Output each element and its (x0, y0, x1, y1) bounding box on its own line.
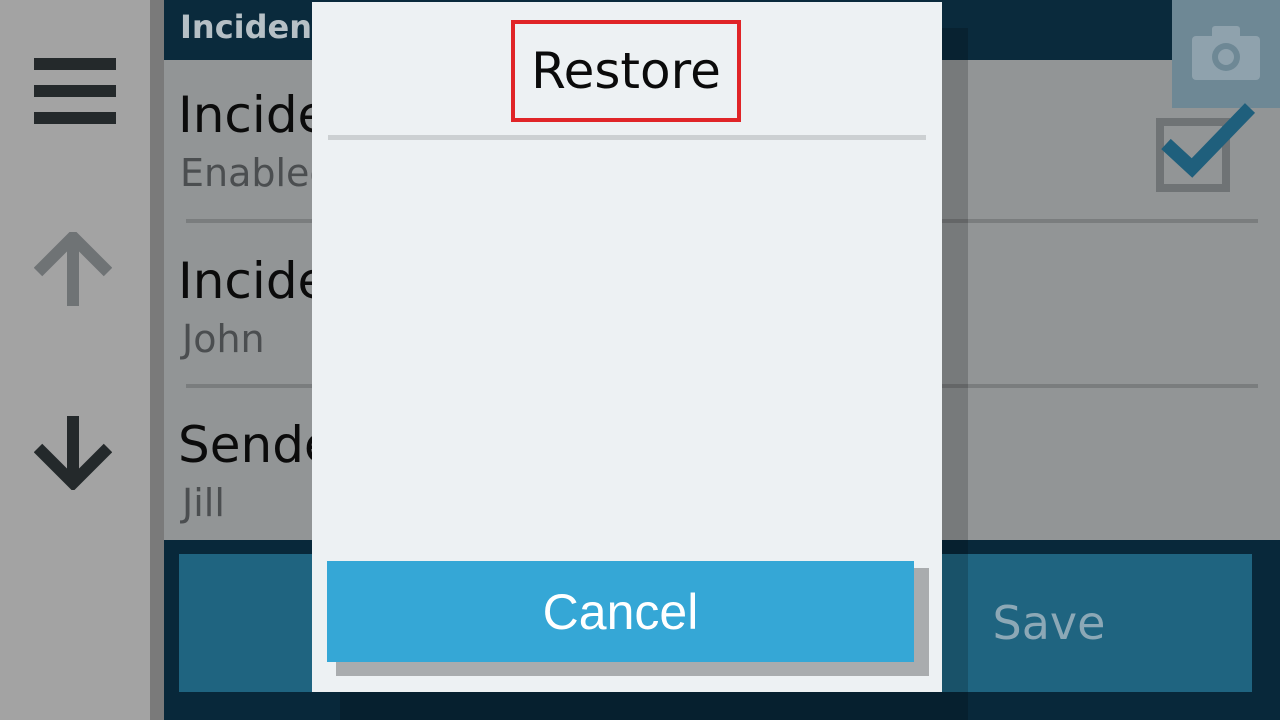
arrow-down-icon[interactable] (33, 412, 113, 492)
restore-dialog: Restore Cancel (312, 2, 942, 692)
field-value: Enabled (180, 151, 334, 195)
camera-button[interactable] (1172, 0, 1280, 108)
camera-icon (1192, 26, 1260, 80)
checkbox-icon[interactable] (1156, 100, 1256, 192)
field-label: Incide (178, 86, 329, 144)
field-label: Incide (178, 252, 329, 310)
header-title: Incident (180, 8, 328, 46)
menu-icon[interactable] (34, 58, 116, 124)
arrow-up-icon[interactable] (33, 228, 113, 310)
save-label: Save (992, 596, 1106, 650)
sidebar (0, 0, 150, 720)
dialog-title: Restore (531, 42, 721, 100)
cancel-button[interactable]: Cancel (327, 561, 914, 662)
sidebar-divider (150, 0, 164, 720)
field-incident-owner[interactable]: Incide John (178, 256, 328, 358)
dialog-title-highlight: Restore (511, 20, 741, 122)
field-value: John (182, 317, 265, 361)
dialog-divider (328, 135, 926, 140)
field-incident-status[interactable]: Incide Enabled (178, 90, 334, 192)
